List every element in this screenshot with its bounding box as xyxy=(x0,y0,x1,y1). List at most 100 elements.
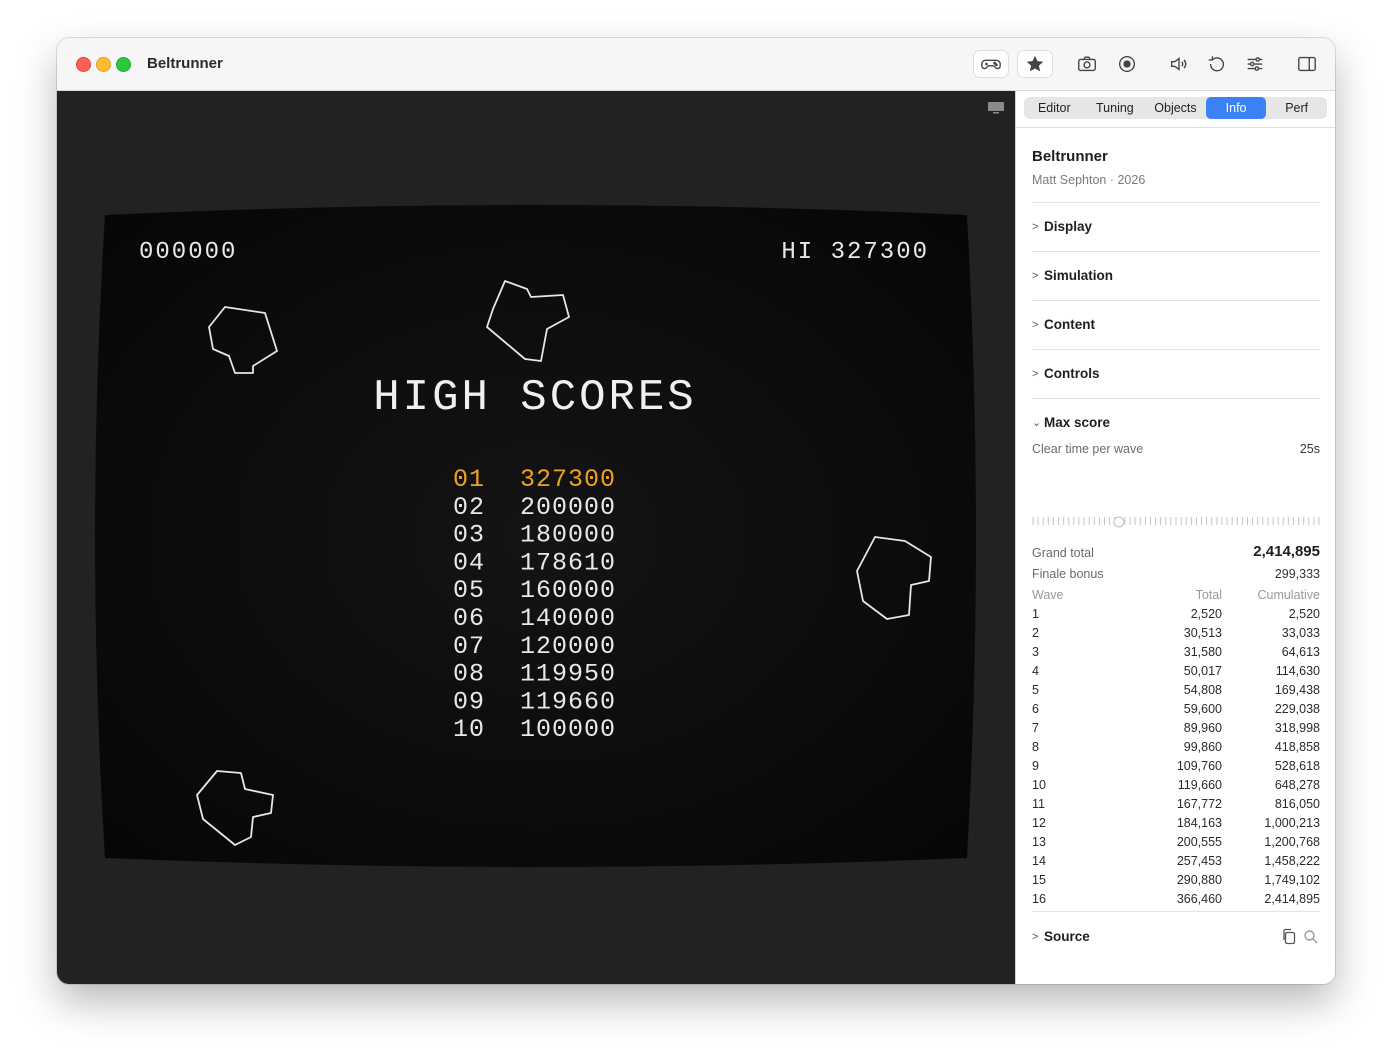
wave-number: 5 xyxy=(1032,683,1039,697)
source-actions xyxy=(1281,928,1319,946)
toggle-sidebar-button[interactable] xyxy=(1289,50,1325,78)
high-score-value: 100000 xyxy=(520,715,616,744)
sound-button[interactable] xyxy=(1161,50,1197,78)
clear-time-label: Clear time per wave xyxy=(1032,442,1144,456)
high-score-rank: 10 xyxy=(453,715,485,744)
high-score-value: 119660 xyxy=(520,687,616,716)
screenshot-button[interactable] xyxy=(1069,50,1105,78)
table-row: 16 366,460 2,414,895 xyxy=(1032,892,1320,911)
section-content[interactable]: > Content xyxy=(1032,317,1095,332)
gamepad-button[interactable] xyxy=(973,50,1009,78)
high-score-rank: 02 xyxy=(453,493,485,522)
wave-cumulative: 1,000,213 xyxy=(1264,816,1320,830)
high-score-rank: 05 xyxy=(453,576,485,605)
close-window-button[interactable] xyxy=(76,57,91,72)
high-score-value: 160000 xyxy=(520,576,616,605)
table-row: 11 167,772 816,050 xyxy=(1032,797,1320,816)
table-row: 2 30,513 33,033 xyxy=(1032,626,1320,645)
table-row: 6 59,600 229,038 xyxy=(1032,702,1320,721)
wave-total: 290,880 xyxy=(1176,873,1222,887)
table-row: 15 290,880 1,749,102 xyxy=(1032,873,1320,892)
table-row: 14 257,453 1,458,222 xyxy=(1032,854,1320,873)
tab-editor[interactable]: Editor xyxy=(1024,97,1085,119)
minimize-window-button[interactable] xyxy=(96,57,111,72)
wave-number: 9 xyxy=(1032,759,1039,773)
hi-score: HI 327300 xyxy=(781,239,929,266)
sidebar-icon xyxy=(1298,56,1316,72)
wave-total: 2,520 xyxy=(1190,607,1222,621)
column-header: Cumulative xyxy=(1257,588,1320,602)
record-button[interactable] xyxy=(1109,50,1145,78)
wave-cumulative: 816,050 xyxy=(1274,797,1320,811)
wave-total: 31,580 xyxy=(1183,645,1222,659)
tab-tuning[interactable]: Tuning xyxy=(1085,97,1146,119)
wave-total: 257,453 xyxy=(1176,854,1222,868)
wave-total: 167,772 xyxy=(1176,797,1222,811)
app-window: Beltrunner 000000 HI 327300 HIGH SCORES … xyxy=(57,38,1335,984)
table-header: Wave Total Cumulative xyxy=(1032,588,1320,607)
wave-number: 2 xyxy=(1032,626,1039,640)
slider-knob[interactable] xyxy=(1113,516,1125,528)
table-row: 7 89,960 318,998 xyxy=(1032,721,1320,740)
high-score-value: 120000 xyxy=(520,632,616,661)
high-score-list: 01 327300 02 200000 03 180000 04 178610 05 160000… xyxy=(453,465,616,744)
clear-time-row: Clear time per wave 25s xyxy=(1032,442,1320,456)
wave-cumulative: 64,613 xyxy=(1281,645,1320,659)
section-controls[interactable]: > Controls xyxy=(1032,366,1100,381)
high-score-rank: 01 xyxy=(453,465,485,494)
wave-cumulative: 169,438 xyxy=(1274,683,1320,697)
high-score-value: 178610 xyxy=(520,548,616,577)
section-simulation[interactable]: > Simulation xyxy=(1032,268,1113,283)
section-max-score[interactable]: ⌄ Max score xyxy=(1032,415,1110,430)
zoom-window-button[interactable] xyxy=(116,57,131,72)
grand-total-label: Grand total xyxy=(1032,546,1094,560)
restart-button[interactable] xyxy=(1199,50,1235,78)
wave-cumulative: 1,200,768 xyxy=(1264,835,1320,849)
divider xyxy=(1032,300,1320,301)
high-score-rank: 04 xyxy=(453,548,485,577)
wave-cumulative: 114,630 xyxy=(1275,664,1320,678)
high-score-rank: 09 xyxy=(453,687,485,716)
clear-time-value: 25s xyxy=(1299,442,1320,456)
game-title: Beltrunner xyxy=(1032,148,1108,165)
high-score-value: 140000 xyxy=(520,604,616,633)
section-display[interactable]: > Display xyxy=(1032,219,1092,234)
wave-number: 7 xyxy=(1032,721,1039,735)
search-icon[interactable] xyxy=(1303,929,1319,945)
tab-objects[interactable]: Objects xyxy=(1145,97,1206,119)
record-icon xyxy=(1118,55,1136,73)
finale-bonus-label: Finale bonus xyxy=(1032,567,1104,581)
divider xyxy=(1032,251,1320,252)
wave-number: 8 xyxy=(1032,740,1039,754)
wave-number: 10 xyxy=(1032,778,1046,792)
wave-number: 12 xyxy=(1032,816,1046,830)
wave-number: 11 xyxy=(1032,797,1045,811)
clear-time-slider[interactable] xyxy=(1032,515,1320,529)
camera-icon xyxy=(1078,56,1096,72)
copy-icon[interactable] xyxy=(1281,928,1297,946)
tab-perf[interactable]: Perf xyxy=(1266,97,1327,119)
wave-total: 89,960 xyxy=(1183,721,1222,735)
favorite-button[interactable] xyxy=(1017,50,1053,78)
table-row: 8 99,860 418,858 xyxy=(1032,740,1320,759)
wave-total: 30,513 xyxy=(1183,626,1222,640)
wave-total: 50,017 xyxy=(1183,664,1222,678)
wave-cumulative: 1,458,222 xyxy=(1264,854,1320,868)
wave-number: 14 xyxy=(1032,854,1046,868)
high-score-value: 119950 xyxy=(520,660,616,689)
settings-button[interactable] xyxy=(1237,50,1273,78)
tab-info[interactable]: Info xyxy=(1205,97,1267,119)
chevron-right-icon: > xyxy=(1032,367,1039,380)
sliders-icon xyxy=(1247,57,1263,71)
chevron-right-icon: > xyxy=(1032,269,1039,282)
game-viewport[interactable]: 000000 HI 327300 HIGH SCORES 01 327300 02 2… xyxy=(57,91,1015,984)
inspector-tabs: Editor Tuning Objects Info Perf xyxy=(1024,97,1327,119)
section-source[interactable]: > Source xyxy=(1032,929,1090,944)
wave-total: 184,163 xyxy=(1176,816,1222,830)
wave-total: 59,600 xyxy=(1183,702,1222,716)
grand-total-value: 2,414,895 xyxy=(1253,543,1320,560)
wave-total: 99,860 xyxy=(1183,740,1222,754)
wave-total: 200,555 xyxy=(1176,835,1222,849)
wave-score-table: Wave Total Cumulative 1 2,520 2,520 2 30,513… xyxy=(1032,588,1320,911)
chevron-down-icon: ⌄ xyxy=(1032,417,1042,429)
